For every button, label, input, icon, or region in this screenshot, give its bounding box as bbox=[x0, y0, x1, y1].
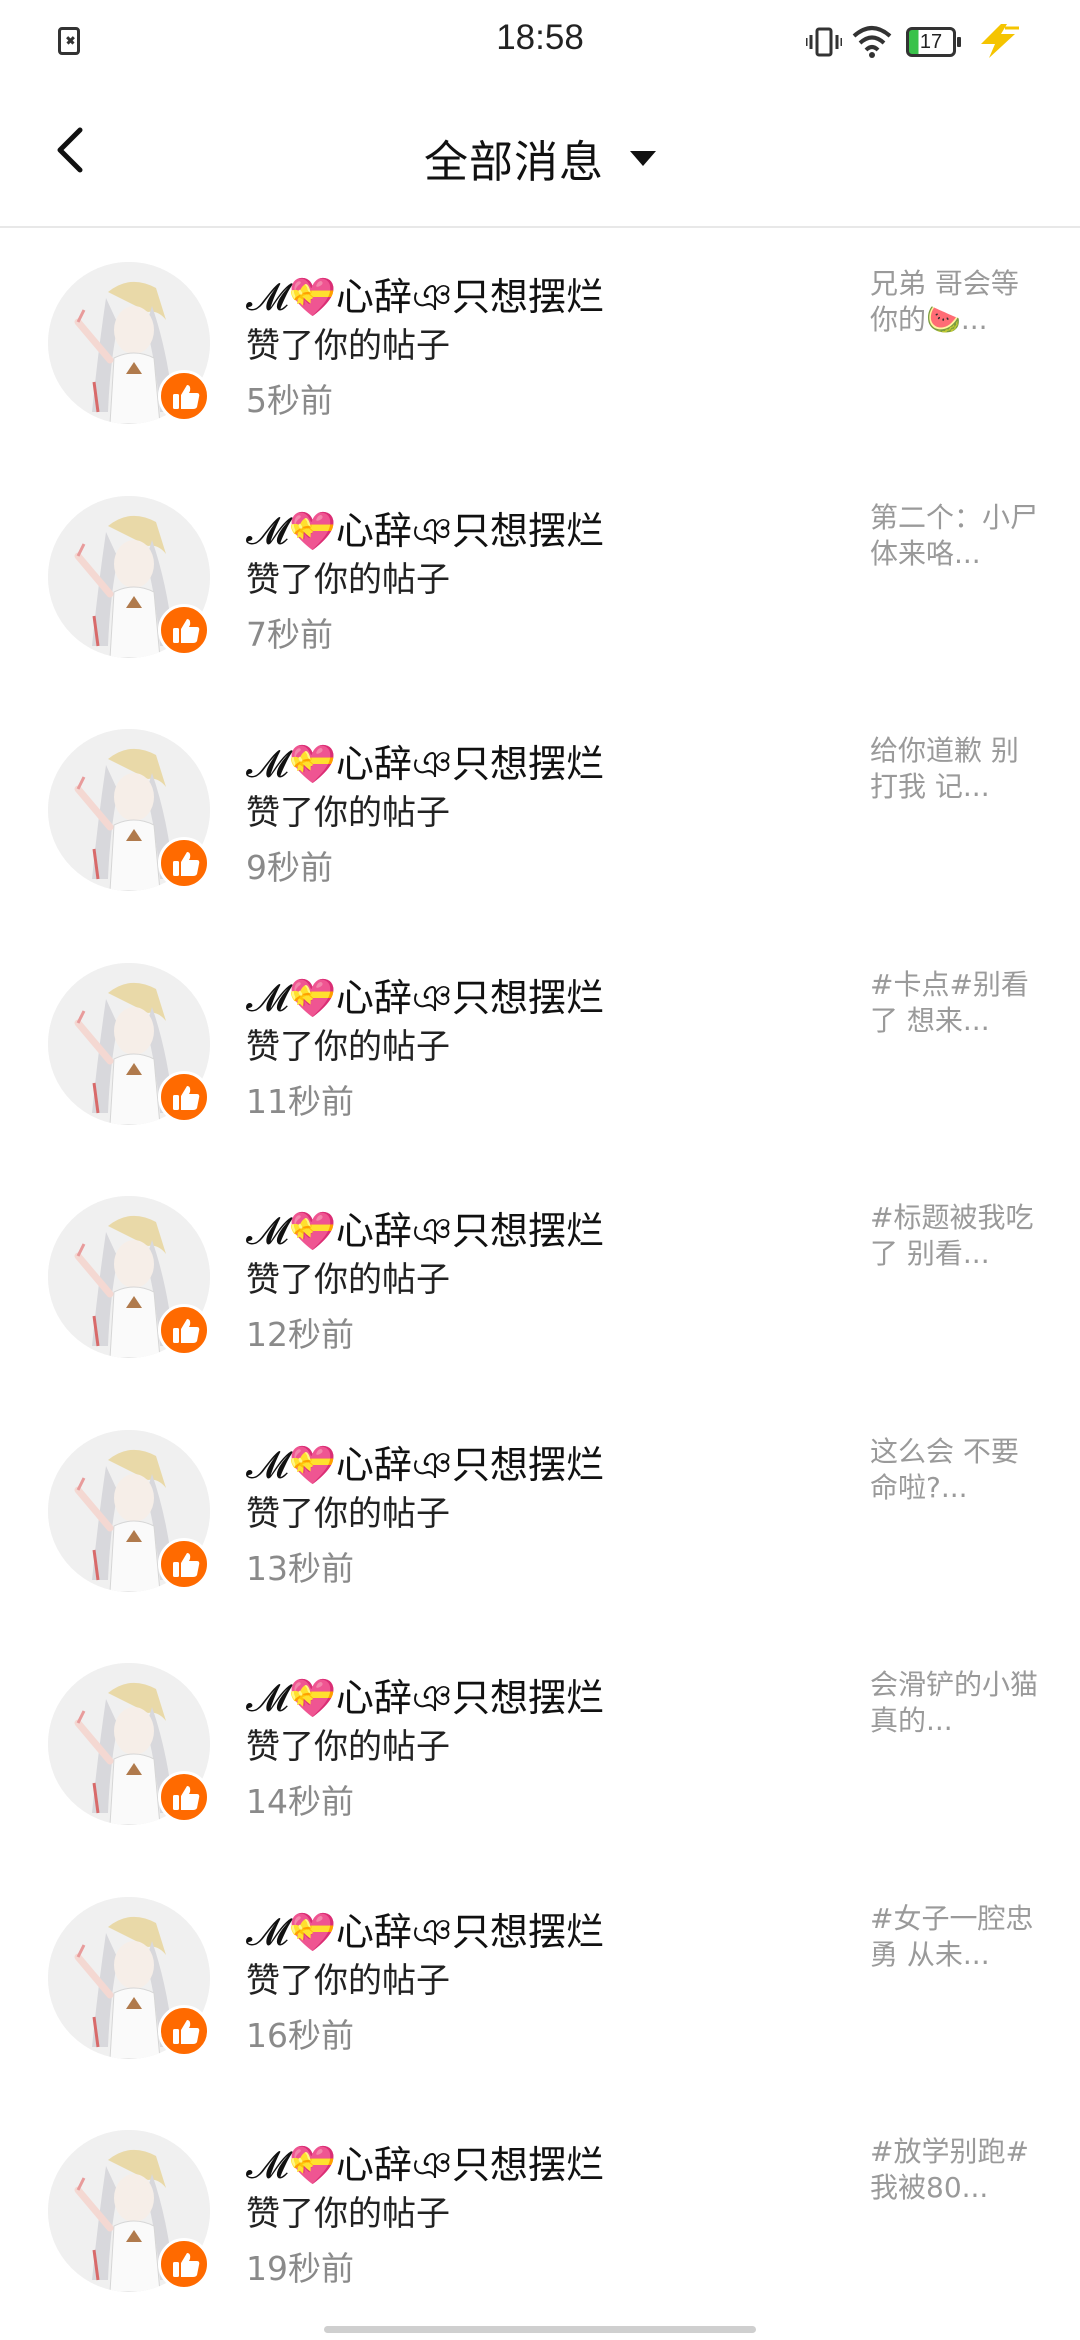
notification-item[interactable]: 𝓜💝心辞ঞ只想摆烂 赞了你的帖子 7秒前 第二个：小尸体来咯... bbox=[0, 462, 1080, 696]
notification-item[interactable]: 𝓜💝心辞ঞ只想摆烂 赞了你的帖子 16秒前 #女子一腔忠勇 从未... bbox=[0, 1863, 1080, 2097]
like-badge bbox=[158, 837, 210, 889]
battery-icon: 17 bbox=[906, 27, 961, 57]
timestamp: 14秒前 bbox=[246, 1782, 354, 1821]
home-indicator[interactable] bbox=[324, 2326, 756, 2333]
post-preview[interactable]: #标题被我吃了 别看... bbox=[870, 1200, 1040, 1272]
notification-item[interactable]: 𝓜💝心辞ঞ只想摆烂 赞了你的帖子 19秒前 #放学别跑#我被80... bbox=[0, 2096, 1080, 2330]
title-dropdown[interactable]: 全部消息 bbox=[0, 126, 1080, 190]
action-text: 赞了你的帖子 bbox=[246, 1960, 450, 2001]
wifi-icon bbox=[852, 26, 892, 58]
like-badge bbox=[158, 603, 210, 656]
post-preview[interactable]: 第二个：小尸体来咯... bbox=[870, 500, 1040, 572]
post-preview[interactable]: #女子一腔忠勇 从未... bbox=[870, 1901, 1040, 1973]
thumbs-up-icon bbox=[173, 618, 200, 643]
timestamp: 19秒前 bbox=[246, 2249, 354, 2288]
timestamp: 9秒前 bbox=[246, 848, 333, 887]
timestamp: 16秒前 bbox=[246, 2015, 354, 2055]
action-text: 赞了你的帖子 bbox=[246, 1493, 450, 1534]
post-preview[interactable]: 兄弟 哥会等你的🍉... bbox=[870, 266, 1040, 338]
caret-down-icon bbox=[630, 150, 656, 166]
thumbs-up-icon bbox=[173, 1319, 200, 1343]
page-title: 全部消息 bbox=[424, 137, 604, 188]
notification-item[interactable]: 𝓜💝心辞ঞ只想摆烂 赞了你的帖子 11秒前 #卡点#别看了 想来... bbox=[0, 929, 1080, 1163]
vibrate-icon bbox=[806, 27, 842, 57]
thumbs-up-icon bbox=[173, 385, 200, 409]
post-preview[interactable]: #放学别跑#我被80... bbox=[870, 2134, 1040, 2206]
notification-item[interactable]: 𝓜💝心辞ঞ只想摆烂 赞了你的帖子 9秒前 给你道歉 别打我 记... bbox=[0, 695, 1080, 929]
notification-item[interactable]: 𝓜💝心辞ঞ只想摆烂 赞了你的帖子 5秒前 兄弟 哥会等你的🍉... bbox=[0, 228, 1080, 462]
post-preview[interactable]: 这么会 不要命啦?... bbox=[870, 1434, 1040, 1506]
thumbs-up-icon bbox=[173, 2019, 200, 2044]
timestamp: 5秒前 bbox=[246, 381, 333, 420]
like-badge bbox=[158, 1771, 210, 1823]
timestamp: 11秒前 bbox=[246, 1081, 354, 1121]
thumbs-up-icon bbox=[173, 1085, 200, 1110]
like-badge bbox=[158, 1304, 210, 1356]
thumbs-up-icon bbox=[173, 1552, 200, 1577]
like-badge bbox=[158, 1537, 210, 1590]
action-text: 赞了你的帖子 bbox=[246, 1727, 450, 1767]
timestamp: 12秒前 bbox=[246, 1315, 354, 1354]
timestamp: 13秒前 bbox=[246, 1548, 354, 1588]
like-badge bbox=[158, 2004, 210, 2057]
action-text: 赞了你的帖子 bbox=[246, 559, 450, 600]
status-bar: 18:58 17 bbox=[0, 0, 1080, 84]
notification-list: 𝓜💝心辞ঞ只想摆烂 赞了你的帖子 5秒前 兄弟 哥会等你的🍉... 𝓜💝心辞ঞ只… bbox=[0, 228, 1080, 2330]
top-app-bar: 全部消息 bbox=[0, 84, 1080, 228]
action-text: 赞了你的帖子 bbox=[246, 793, 450, 833]
notification-item[interactable]: 𝓜💝心辞ঞ只想摆烂 赞了你的帖子 12秒前 #标题被我吃了 别看... bbox=[0, 1162, 1080, 1396]
timestamp: 7秒前 bbox=[246, 614, 333, 654]
thumbs-up-icon bbox=[173, 1786, 200, 1810]
action-text: 赞了你的帖子 bbox=[246, 1026, 450, 1067]
action-text: 赞了你的帖子 bbox=[246, 326, 450, 366]
action-text: 赞了你的帖子 bbox=[246, 1260, 450, 1300]
thumbs-up-icon bbox=[173, 2253, 200, 2277]
post-preview[interactable]: #卡点#别看了 想来... bbox=[870, 967, 1040, 1039]
post-preview[interactable]: 会滑铲的小猫 真的... bbox=[870, 1667, 1040, 1739]
notification-item[interactable]: 𝓜💝心辞ঞ只想摆烂 赞了你的帖子 13秒前 这么会 不要命啦?... bbox=[0, 1396, 1080, 1630]
post-preview[interactable]: 给你道歉 别打我 记... bbox=[870, 733, 1040, 805]
like-badge bbox=[158, 370, 210, 422]
notification-item[interactable]: 𝓜💝心辞ঞ只想摆烂 赞了你的帖子 14秒前 会滑铲的小猫 真的... bbox=[0, 1629, 1080, 1863]
like-badge bbox=[158, 2238, 210, 2290]
like-badge bbox=[158, 1070, 210, 1123]
action-text: 赞了你的帖子 bbox=[246, 2194, 450, 2234]
charging-icon bbox=[981, 24, 1019, 58]
thumbs-up-icon bbox=[173, 852, 200, 876]
